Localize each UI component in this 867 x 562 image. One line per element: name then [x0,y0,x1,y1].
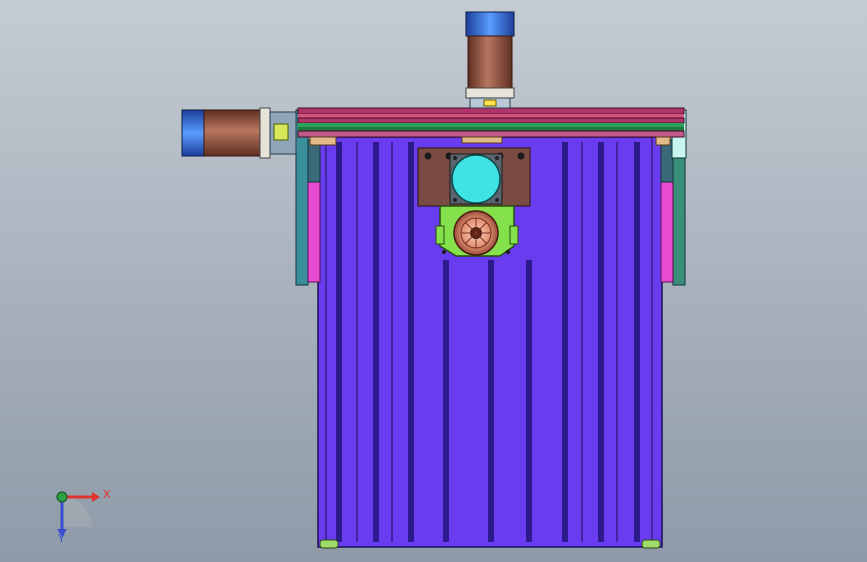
pulley-icon [453,210,499,256]
x-axis-label: X [103,488,111,501]
gearbox-icon[interactable] [435,205,519,257]
origin-dot [56,491,68,503]
side-motor-icon[interactable] [181,107,297,159]
cyan-motor-face [451,154,501,204]
mounting-plate[interactable] [417,147,531,207]
top-motor-icon[interactable] [465,11,515,109]
cad-viewport[interactable]: X Y [0,0,867,562]
y-axis-label: Y [57,532,65,545]
cad-model-canvas[interactable]: X Y [0,0,867,562]
